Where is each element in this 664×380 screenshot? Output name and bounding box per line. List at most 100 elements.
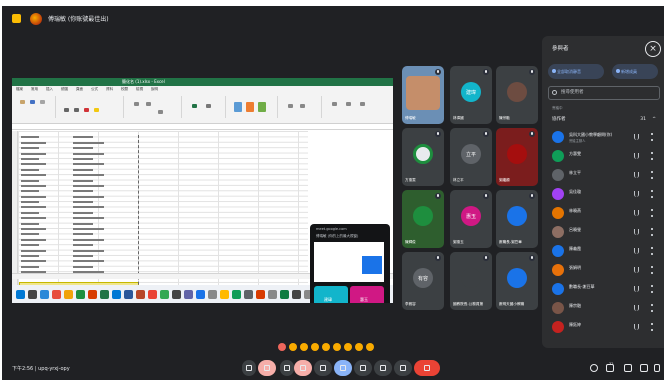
formula-bar[interactable] <box>12 124 393 130</box>
add-people-button[interactable]: 新增成員 <box>612 64 658 79</box>
participant-avatar-initials: 惠玉 <box>465 213 476 220</box>
mic-off-icon <box>634 305 639 311</box>
reaction-emoji-icon[interactable] <box>355 343 363 351</box>
participants-panel: 參與者 × 全部取消靜音 新增成員 搜尋使用者 會議中 協作者 31 ^ 吳科大… <box>542 36 664 348</box>
preview-tile: 建瑋 <box>314 286 348 303</box>
taskbar-app-icon[interactable] <box>88 289 97 299</box>
reaction-emoji-icon[interactable] <box>366 343 374 351</box>
taskbar-app-icon[interactable] <box>184 289 193 299</box>
search-input[interactable]: 搜尋使用者 <box>548 86 660 100</box>
participant-tile[interactable]: 建瑋 林偉國 <box>450 66 492 124</box>
participant-list-item[interactable]: 陳宗融 <box>548 300 660 318</box>
participant-list-item[interactable]: 陳鈺婷 <box>548 319 660 337</box>
more-vert-icon[interactable] <box>651 209 653 217</box>
lock-icon[interactable] <box>654 364 660 372</box>
taskbar-app-icon[interactable] <box>136 289 145 299</box>
taskbar-app-icon[interactable] <box>76 289 85 299</box>
leave-call-button[interactable] <box>414 360 440 376</box>
participant-tile[interactable]: 數明天國小教職 <box>496 252 538 310</box>
camera-button[interactable] <box>294 360 312 376</box>
more-vert-icon[interactable] <box>651 133 653 141</box>
captions-button[interactable] <box>314 360 332 376</box>
taskbar-app-icon[interactable] <box>124 289 133 299</box>
mic-off-icon <box>634 248 639 254</box>
activities-icon[interactable] <box>640 364 648 372</box>
reaction-emoji-icon[interactable] <box>333 343 341 351</box>
raise-hand-button[interactable] <box>374 360 392 376</box>
taskbar-app-icon[interactable] <box>196 289 205 299</box>
close-icon[interactable]: × <box>645 41 661 57</box>
participant-tile[interactable]: 陳宗融 <box>496 66 538 124</box>
reaction-emoji-icon[interactable] <box>311 343 319 351</box>
more-vert-icon[interactable] <box>651 304 653 312</box>
participant-list-item[interactable]: 林曉燕 <box>548 205 660 223</box>
participant-tile[interactable]: 惠玉 謝惠玉 <box>450 190 492 248</box>
taskbar-app-icon[interactable] <box>208 289 217 299</box>
participant-tile[interactable]: 國教院長-公務員第 <box>450 252 492 310</box>
taskbar-app-icon[interactable] <box>148 289 157 299</box>
mic-button[interactable] <box>258 360 276 376</box>
participant-list-item[interactable]: 陳義霞 <box>548 243 660 261</box>
more-vert-icon[interactable] <box>651 285 653 293</box>
participant-list-item[interactable]: 呂曉瑩 <box>548 224 660 242</box>
participant-list-item[interactable]: 吳佳璇 <box>548 186 660 204</box>
more-video-button[interactable] <box>280 360 294 376</box>
taskbar-app-icon[interactable] <box>256 289 265 299</box>
participant-avatar <box>552 188 564 200</box>
taskbar-app-icon[interactable] <box>172 289 181 299</box>
taskbar-app-icon[interactable] <box>280 289 289 299</box>
reaction-emoji-icon[interactable] <box>322 343 330 351</box>
taskbar-app-icon[interactable] <box>112 289 121 299</box>
taskbar-app-icon[interactable] <box>244 289 253 299</box>
participant-tile[interactable]: 方惠雯 <box>402 128 444 186</box>
taskbar-app-icon[interactable] <box>232 289 241 299</box>
taskbar-app-icon[interactable] <box>292 289 301 299</box>
more-vert-icon[interactable] <box>651 171 653 179</box>
taskbar-app-icon[interactable] <box>160 289 169 299</box>
meet-window: 傅瑞敏 (你账號最佳出) 簡化名 (1).xlsx - Excel 檔案 常用 插入… <box>2 6 664 380</box>
mute-all-button[interactable]: 全部取消靜音 <box>548 64 604 79</box>
reaction-emoji-icon[interactable] <box>289 343 297 351</box>
chat-icon[interactable] <box>624 364 632 372</box>
taskbar-app-icon[interactable] <box>100 289 109 299</box>
more-vert-icon[interactable] <box>651 228 653 236</box>
reaction-emoji-icon[interactable] <box>344 343 352 351</box>
participant-list-item[interactable]: 林立平 <box>548 167 660 185</box>
participant-list-item[interactable]: 張娟明 <box>548 262 660 280</box>
taskbar-app-icon[interactable] <box>52 289 61 299</box>
more-vert-icon[interactable] <box>651 190 653 198</box>
taskbar-app-icon[interactable] <box>220 289 229 299</box>
participant-tile[interactable]: 有容 李雅容 <box>402 252 444 310</box>
taskbar-app-icon[interactable] <box>28 289 37 299</box>
taskbar-app-icon[interactable] <box>268 289 277 299</box>
participant-list-item[interactable]: 方惠雯 <box>548 148 660 166</box>
more-vert-icon[interactable] <box>651 152 653 160</box>
more-vert-icon[interactable] <box>651 247 653 255</box>
participant-list-item[interactable]: 吳科大國小教學顧問(你) 會議主辦人 <box>548 129 660 147</box>
participant-tile[interactable]: 謝繼顧 <box>496 128 538 186</box>
participant-list-item[interactable]: 數職長-謝豆華 <box>548 281 660 299</box>
ribbon-group <box>326 96 386 118</box>
reactions-button[interactable] <box>334 360 352 376</box>
more-audio-button[interactable] <box>242 360 256 376</box>
search-placeholder: 搜尋使用者 <box>561 90 584 95</box>
more-options-button[interactable] <box>394 360 412 376</box>
participant-name: 謝繼顧 <box>499 178 510 182</box>
participant-tile[interactable]: 數職長-謝豆華 <box>496 190 538 248</box>
participant-tile[interactable]: 立平 林立平 <box>450 128 492 186</box>
reaction-emoji-icon[interactable] <box>300 343 308 351</box>
participant-name: 林立平 <box>569 170 581 175</box>
collaborators-group[interactable]: 協作者 31 ^ <box>548 114 660 126</box>
taskbar-app-icon[interactable] <box>64 289 73 299</box>
more-vert-icon[interactable] <box>651 323 653 331</box>
taskbar-app-icon[interactable] <box>40 289 49 299</box>
participant-tile[interactable]: 傅瑞敏 <box>402 66 444 124</box>
participant-name: 數職長-謝豆華 <box>569 284 595 289</box>
taskbar-app-icon[interactable] <box>16 289 25 299</box>
more-vert-icon[interactable] <box>651 266 653 274</box>
shared-screen[interactable]: 簡化名 (1).xlsx - Excel 檔案 常用 插入 繪圖 頁面 公式 資料 校閱 檢視說… <box>12 78 393 303</box>
reaction-emoji-icon[interactable] <box>278 343 286 351</box>
info-icon[interactable] <box>590 364 598 372</box>
present-button[interactable] <box>354 360 372 376</box>
participant-tile[interactable]: 陳輝俊 <box>402 190 444 248</box>
